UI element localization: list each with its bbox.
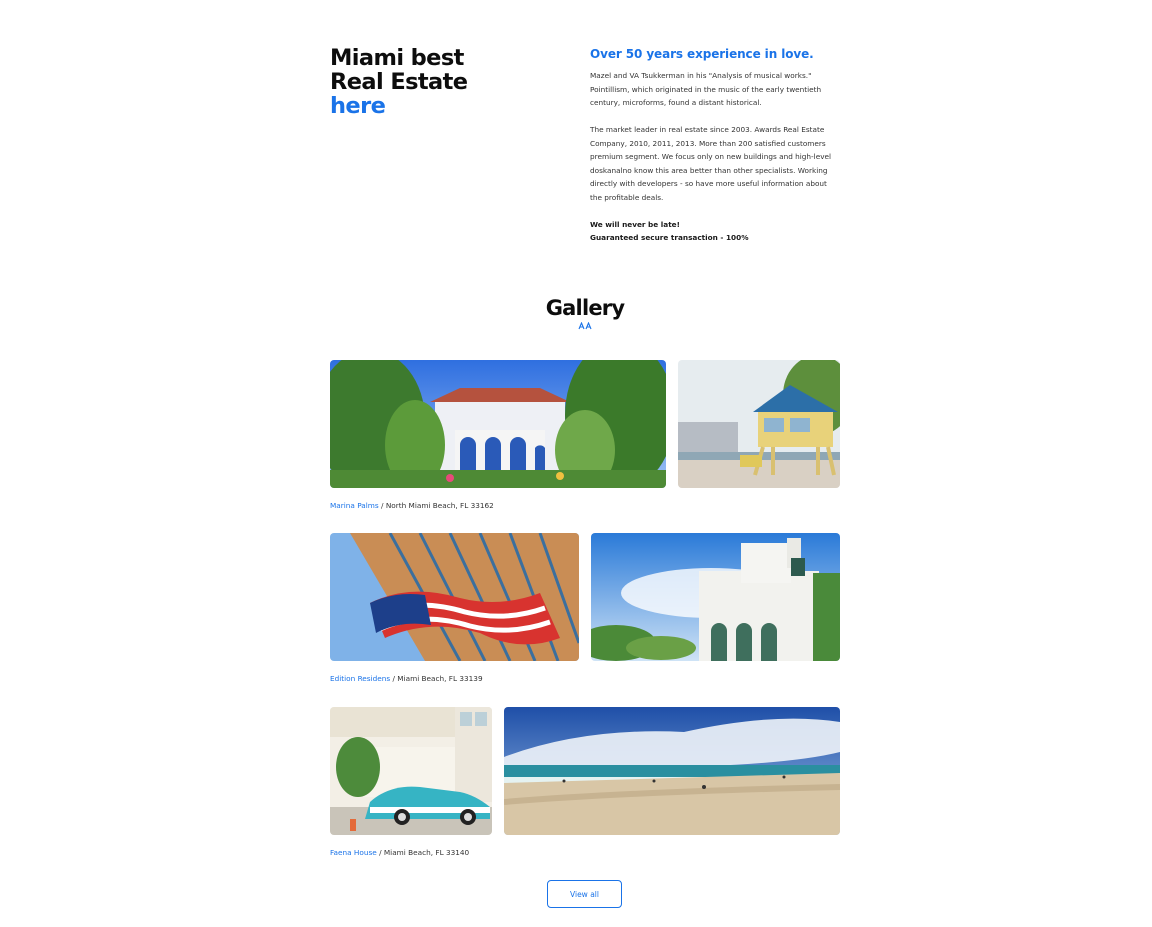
gallery-ornament-icon <box>578 322 592 330</box>
about-paragraph-1: Mazel and VA Tsukkerman in his "Analysis… <box>590 71 822 107</box>
view-all-button[interactable]: View all <box>547 880 622 908</box>
gallery-caption-1: Marina Palms / North Miami Beach, FL 331… <box>330 501 494 511</box>
about-note-1: We will never be late! <box>590 219 680 229</box>
caption-separator: / <box>378 501 386 510</box>
caption-separator: / <box>376 848 384 857</box>
about-section: Over 50 years experience in love. Mazel … <box>590 46 840 245</box>
about-paragraph-2: The market leader in real estate since 2… <box>590 125 832 202</box>
hero-title-accent: here <box>330 93 386 119</box>
property-address: Miami Beach, FL 33140 <box>383 848 470 857</box>
property-address: Miami Beach, FL 33139 <box>397 674 483 683</box>
property-name-link[interactable]: Faena House <box>330 848 377 857</box>
gallery-caption-2: Edition Residens / Miami Beach, FL 33139 <box>330 674 483 684</box>
about-notes: We will never be late! Guaranteed secure… <box>590 218 840 245</box>
flag-skyscraper-image[interactable] <box>330 533 579 661</box>
hero-title-line2: Real Estate <box>330 69 468 95</box>
gallery-caption-3: Faena House / Miami Beach, FL 33140 <box>330 848 469 858</box>
hero-title: Miami best Real Estate here <box>330 45 468 119</box>
lifeguard-tower-image[interactable] <box>678 360 840 488</box>
hero-title-line1: Miami best <box>330 45 464 71</box>
villa-garden-image[interactable] <box>330 360 666 488</box>
about-note-2: Guaranteed secure transaction - 100% <box>590 233 749 242</box>
property-address: North Miami Beach, FL 33162 <box>385 501 494 510</box>
gallery-title: Gallery <box>545 296 625 320</box>
property-name-link[interactable]: Marina Palms <box>330 501 379 510</box>
white-mansion-image[interactable] <box>591 533 840 661</box>
about-heading: Over 50 years experience in love. <box>590 47 814 61</box>
retro-car-hotel-image[interactable] <box>330 707 492 835</box>
beach-panorama-image[interactable] <box>504 707 840 835</box>
property-name-link[interactable]: Edition Residens <box>330 674 390 683</box>
